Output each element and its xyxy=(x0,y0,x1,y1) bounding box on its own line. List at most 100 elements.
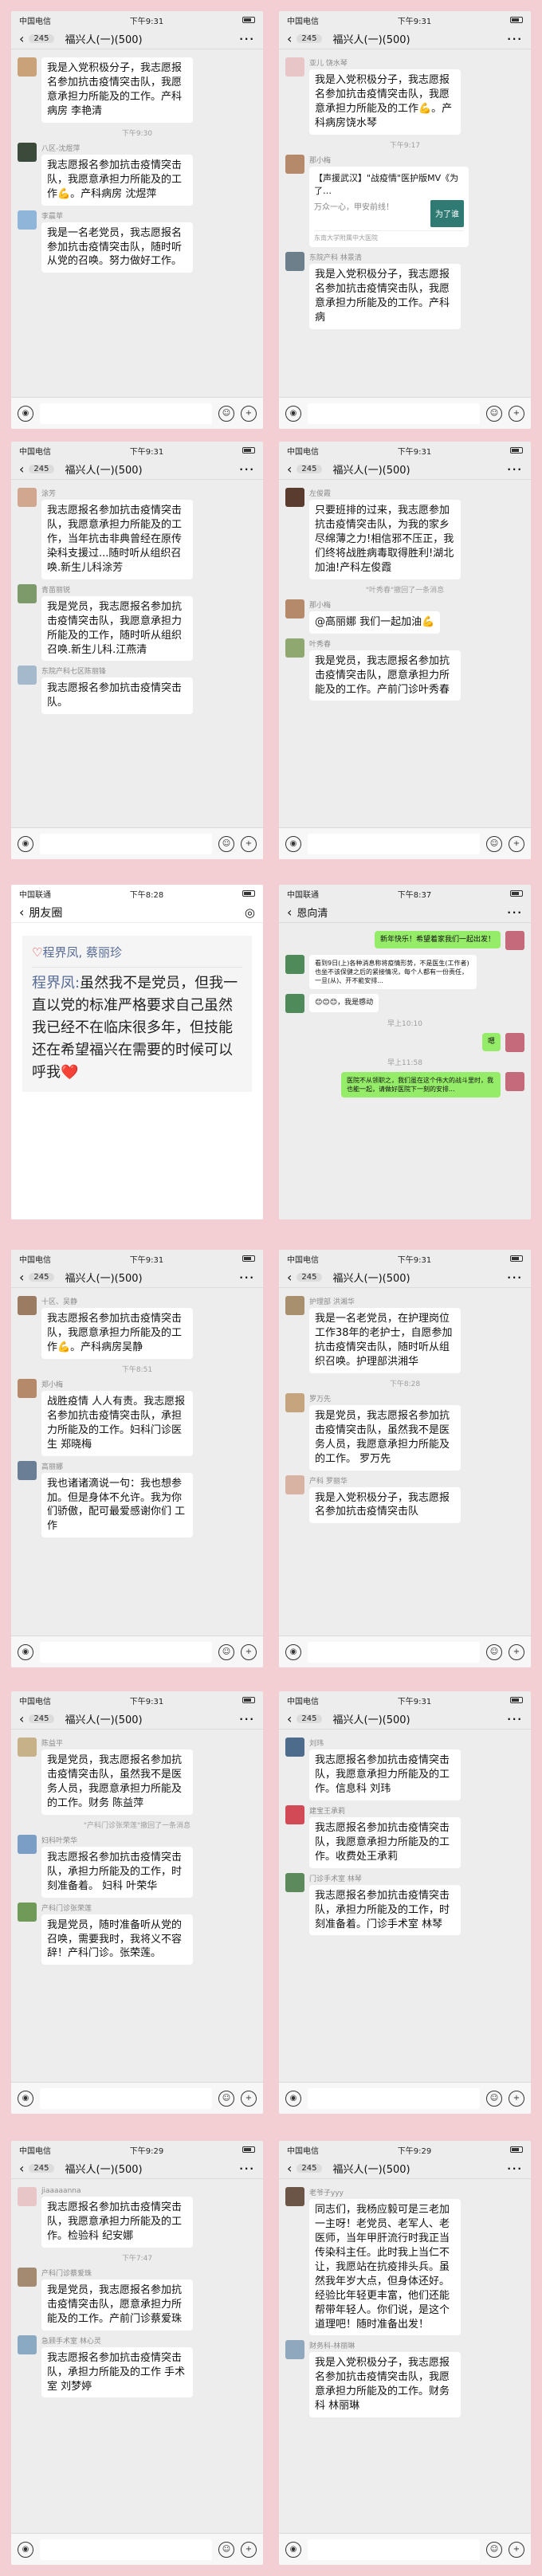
more-icon[interactable]: ··· xyxy=(239,1272,255,1283)
emoji-icon[interactable]: ☺ xyxy=(486,835,502,852)
voice-icon[interactable]: ◉ xyxy=(18,1643,33,1660)
avatar[interactable] xyxy=(285,2187,304,2206)
avatar[interactable] xyxy=(18,1834,37,1854)
voice-icon[interactable]: ◉ xyxy=(285,2090,301,2107)
shared-link-card[interactable]: 【声援武汉】"战疫情"医护版MV《为了… 万众一心，甲安前线！ 为了谁 东南大学附属中… xyxy=(309,166,469,247)
message-input[interactable] xyxy=(40,1641,212,1663)
more-icon[interactable]: ··· xyxy=(507,33,523,45)
voice-icon[interactable]: ◉ xyxy=(18,835,33,852)
avatar[interactable] xyxy=(285,251,304,271)
voice-icon[interactable]: ◉ xyxy=(285,1643,301,1660)
message-bubble[interactable]: 我也诸诸滴说一句：我也想参加。但是身体不允许。我为你们骄傲，配可最爱感谢你们 工… xyxy=(41,1472,193,1538)
message-input[interactable] xyxy=(308,402,480,424)
message-bubble[interactable]: 我是党员，我志愿报名参加抗击疫情突击队，我愿意承担力所能及的工作，随时听从组织召… xyxy=(41,595,193,662)
voice-icon[interactable]: ◉ xyxy=(18,2541,33,2558)
message-bubble[interactable]: 我是党员，我志愿报名参加抗击疫情突击队，虽然我不是医务人员，我愿意承担力所能及的… xyxy=(41,1749,193,1815)
avatar[interactable] xyxy=(18,2187,37,2206)
plus-icon[interactable]: + xyxy=(509,405,524,422)
more-icon[interactable]: ··· xyxy=(239,2163,255,2174)
avatar[interactable] xyxy=(18,1378,37,1398)
message-bubble[interactable]: 我是入党积极分子，我志愿报名参加抗击疫情突击队，我愿意承担力所能及的工作💪。产科… xyxy=(309,69,461,135)
back-icon[interactable]: ‹ xyxy=(19,2161,24,2176)
plus-icon[interactable]: + xyxy=(241,2541,257,2558)
avatar[interactable] xyxy=(18,57,37,77)
avatar[interactable] xyxy=(18,142,37,162)
avatar[interactable] xyxy=(285,1872,304,1892)
emoji-icon[interactable]: ☺ xyxy=(218,2090,234,2107)
avatar[interactable] xyxy=(18,210,37,230)
message-bubble[interactable]: 我志愿报名参加抗击疫情突击队，我愿意承担力所能及的工作。信息科 刘玮 xyxy=(309,1749,461,1800)
avatar[interactable] xyxy=(285,955,304,974)
message-bubble[interactable]: 战胜疫情 人人有责。我志愿报名参加抗击疫情突击队，承担力所能及的工作。妇科门诊医… xyxy=(41,1390,193,1456)
message-input[interactable] xyxy=(308,1641,480,1663)
message-input[interactable] xyxy=(308,833,480,854)
message-bubble[interactable]: 我是一名老党员，在护理岗位工作38年的老护士，自愿参加抗击疫情突击队，随时听从组… xyxy=(309,1308,461,1373)
plus-icon[interactable]: + xyxy=(509,835,524,852)
plus-icon[interactable]: + xyxy=(241,1643,257,1660)
more-icon[interactable]: ··· xyxy=(239,464,255,475)
likes-names[interactable]: 程界凤, 蔡丽珍 xyxy=(42,945,122,960)
avatar[interactable] xyxy=(285,57,304,77)
voice-icon[interactable]: ◉ xyxy=(285,405,301,422)
avatar[interactable] xyxy=(18,1902,37,1922)
message-bubble[interactable]: 我志愿报名参加抗击疫情突击队，我愿意承担力所能及的工作💪。产科病房 沈煜萍 xyxy=(41,154,193,206)
message-bubble[interactable]: 我是入党积极分子，我志愿报名参加抗击疫情突击队，我愿意承担力所能及的工作。财务科… xyxy=(309,2352,461,2418)
message-input[interactable] xyxy=(308,2539,480,2560)
message-list[interactable]: jiaaaaanna 我志愿报名参加抗击疫情突击队，我愿意承担力所能及的工作。检验… xyxy=(11,2179,263,2533)
message-bubble[interactable]: 我志愿报名参加抗击疫情突击队，我愿意承担力所能及的工作，当年抗击非典曾经在原传染… xyxy=(41,500,193,579)
message-list[interactable]: 左俊霞 只要班排的过来，我志愿参加抗击疫情突击队，为我的家乡尽绵薄之力!相信邪不压… xyxy=(279,480,531,827)
message-bubble[interactable]: 我志愿报名参加抗击疫情突击队，承担力所能及的工作，时刻准备着。 妇科 叶荣华 xyxy=(41,1846,193,1898)
back-icon[interactable]: ‹ xyxy=(19,31,24,46)
avatar[interactable] xyxy=(18,583,37,603)
plus-icon[interactable]: + xyxy=(241,2090,257,2107)
plus-icon[interactable]: + xyxy=(241,405,257,422)
message-bubble[interactable]: 我是党员，我志愿报名参加抗击疫情突击队，愿意承担力所能及的工作。产前门诊叶秀春 xyxy=(309,650,461,701)
message-bubble[interactable]: 医院不从领职之，我们虽在这个伟大的战斗里时，我也能一起，请做好医院下一刻的安排.… xyxy=(341,1072,501,1098)
emoji-icon[interactable]: ☺ xyxy=(486,405,502,422)
avatar[interactable] xyxy=(285,2340,304,2360)
plus-icon[interactable]: + xyxy=(241,835,257,852)
message-input[interactable] xyxy=(40,2087,212,2109)
message-bubble[interactable]: 我志愿报名参加抗击疫情突击队。 xyxy=(41,677,193,715)
message-bubble[interactable]: 我志愿报名参加抗击疫情突击队，我愿意承担力所能及的工作。收费处王承莉 xyxy=(309,1816,461,1868)
message-list[interactable]: 涂芳 我志愿报名参加抗击疫情突击队，我愿意承担力所能及的工作，当年抗击非典曾经在原… xyxy=(11,480,263,827)
avatar[interactable] xyxy=(505,931,524,950)
more-icon[interactable]: ··· xyxy=(507,1272,523,1283)
voice-icon[interactable]: ◉ xyxy=(18,405,33,422)
avatar[interactable] xyxy=(285,638,304,658)
message-bubble[interactable]: 我是党员，我志愿报名参加抗击疫情突击队，愿意承担力所能及的工作。产前门诊蔡爱珠 xyxy=(41,2279,193,2331)
voice-icon[interactable]: ◉ xyxy=(285,835,301,852)
message-bubble[interactable]: 我志愿报名参加抗击疫情突击队，我愿意承担力所能及的工作。检验科 纪安娜 xyxy=(41,2197,193,2248)
more-icon[interactable]: ··· xyxy=(239,1714,255,1725)
avatar[interactable] xyxy=(285,1296,304,1315)
message-bubble[interactable]: 😊😊😊，我是感动 xyxy=(309,994,379,1012)
message-list[interactable]: 刘玮 我志愿报名参加抗击疫情突击队，我愿意承担力所能及的工作。信息科 刘玮 建宝王… xyxy=(279,1730,531,2082)
message-bubble[interactable]: @高丽娜 我们一起加油💪 xyxy=(309,611,441,634)
avatar[interactable] xyxy=(505,1072,524,1092)
emoji-icon[interactable]: ☺ xyxy=(218,2541,234,2558)
voice-icon[interactable]: ◉ xyxy=(285,2541,301,2558)
message-list[interactable]: 我是入党积极分子，我志愿报名参加抗击疫情突击队，我愿意承担力所能及的工作。产科病… xyxy=(11,49,263,397)
message-list[interactable]: 护理部 洪湘华 我是一名老党员，在护理岗位工作38年的老护士，自愿参加抗击疫情突击… xyxy=(279,1288,531,1636)
avatar[interactable] xyxy=(18,2334,37,2354)
message-bubble[interactable]: 我志愿报名参加抗击疫情突击队，承担力所能及的工作 手术室 刘梦婷 xyxy=(41,2346,193,2398)
back-icon[interactable]: ‹ xyxy=(287,905,292,920)
avatar[interactable] xyxy=(18,666,37,685)
message-bubble[interactable]: 嗯 xyxy=(481,1033,501,1051)
avatar[interactable] xyxy=(18,1296,37,1315)
message-input[interactable] xyxy=(40,833,212,854)
back-icon[interactable]: ‹ xyxy=(287,1711,292,1726)
back-icon[interactable]: ‹ xyxy=(287,1270,292,1285)
back-icon[interactable]: ‹ xyxy=(19,461,24,477)
emoji-icon[interactable]: ☺ xyxy=(218,835,234,852)
commenter-name[interactable]: 程界凤: xyxy=(32,975,80,992)
message-bubble[interactable]: 我志愿报名参加抗击疫情突击队，我愿意承担力所能及的工作💪。产科病房吴静 xyxy=(41,1308,193,1359)
avatar[interactable] xyxy=(505,1033,524,1053)
message-list[interactable]: 新年快乐！希望着家我们一起出发！ 看到9日(上)各种消息称将疫情形势，不是医生(… xyxy=(279,923,531,1219)
message-bubble[interactable]: 我是入党积极分子，我志愿报名参加抗击疫情突击队 xyxy=(309,1486,461,1524)
avatar[interactable] xyxy=(285,154,304,174)
avatar[interactable] xyxy=(18,488,37,507)
emoji-icon[interactable]: ☺ xyxy=(218,405,234,422)
message-list[interactable]: 十区、吴静 我志愿报名参加抗击疫情突击队，我愿意承担力所能及的工作💪。产科病房吴静… xyxy=(11,1288,263,1636)
back-icon[interactable]: ‹ xyxy=(287,31,292,46)
